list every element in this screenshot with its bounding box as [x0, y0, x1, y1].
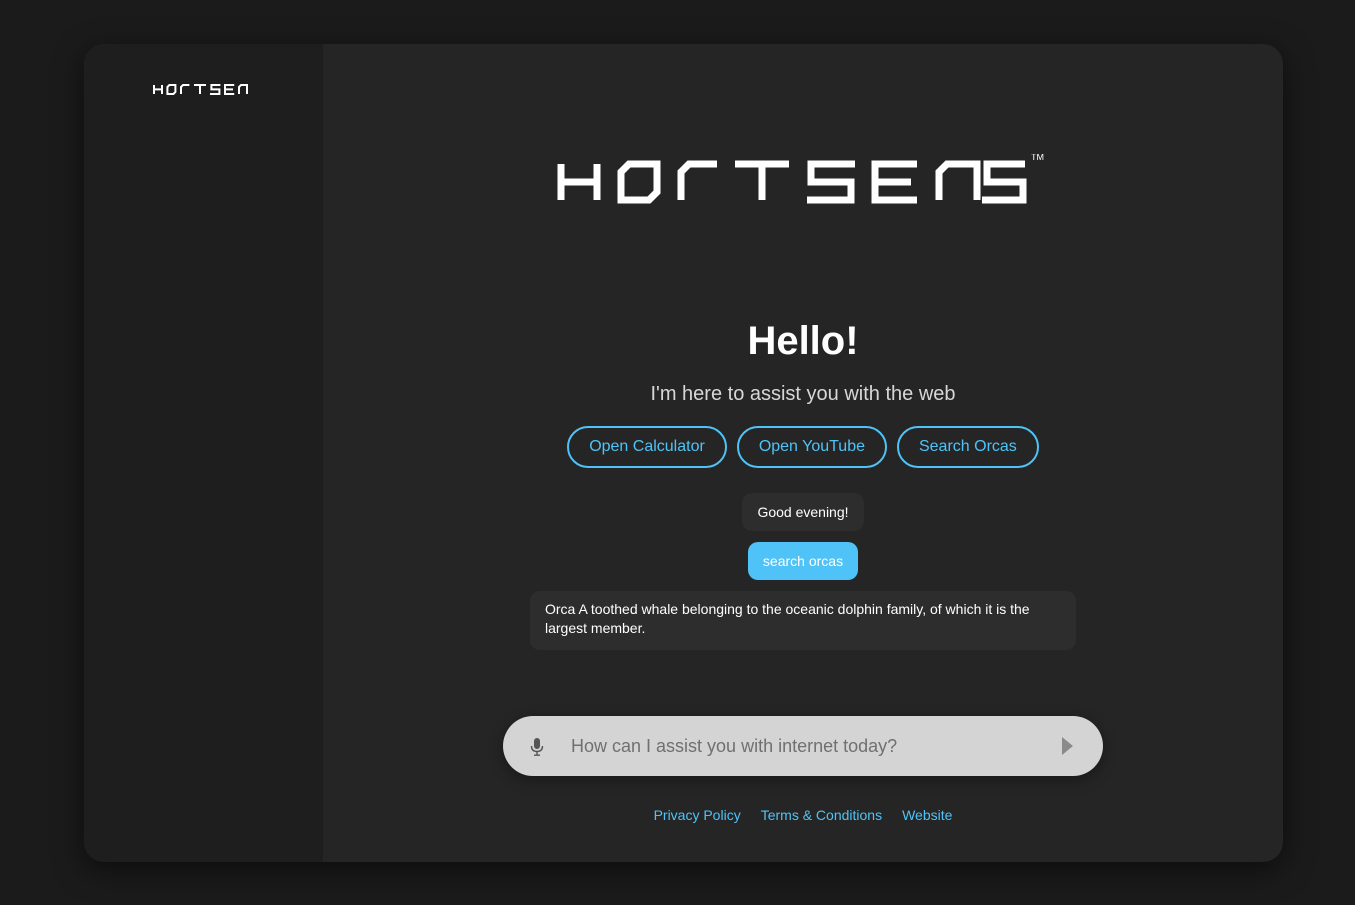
chat-input-bar [503, 716, 1103, 776]
sidebar [84, 44, 323, 862]
bot-message: Good evening! [742, 493, 864, 531]
greeting-title: Hello! [747, 319, 859, 363]
user-message: search orcas [747, 542, 859, 580]
sidebar-logo [153, 84, 248, 95]
search-orcas-button[interactable]: Search Orcas [896, 426, 1039, 468]
open-calculator-button[interactable]: Open Calculator [567, 426, 727, 468]
footer-links: Privacy Policy Terms & Conditions Websit… [323, 806, 1283, 824]
main-content: TM Hello! I'm here to assist you with th… [323, 44, 1283, 862]
greeting-subtitle: I'm here to assist you with the web [650, 383, 956, 405]
send-icon[interactable] [1061, 737, 1075, 755]
chat-input[interactable] [571, 730, 1031, 762]
bot-result-message: Orca A toothed whale belonging to the oc… [530, 591, 1076, 650]
microphone-icon[interactable] [530, 738, 544, 756]
website-link[interactable]: Website [902, 806, 952, 824]
privacy-policy-link[interactable]: Privacy Policy [654, 806, 741, 824]
suggestion-buttons: Open Calculator Open YouTube Search Orca… [323, 426, 1283, 468]
trademark-mark: TM [1031, 154, 1044, 162]
hero-logo: TM [557, 154, 1044, 204]
terms-conditions-link[interactable]: Terms & Conditions [761, 806, 882, 824]
open-youtube-button[interactable]: Open YouTube [736, 426, 887, 468]
app-window: TM Hello! I'm here to assist you with th… [84, 44, 1283, 862]
chat-thread: Good evening! search orcas Orca A toothe… [323, 493, 1283, 650]
